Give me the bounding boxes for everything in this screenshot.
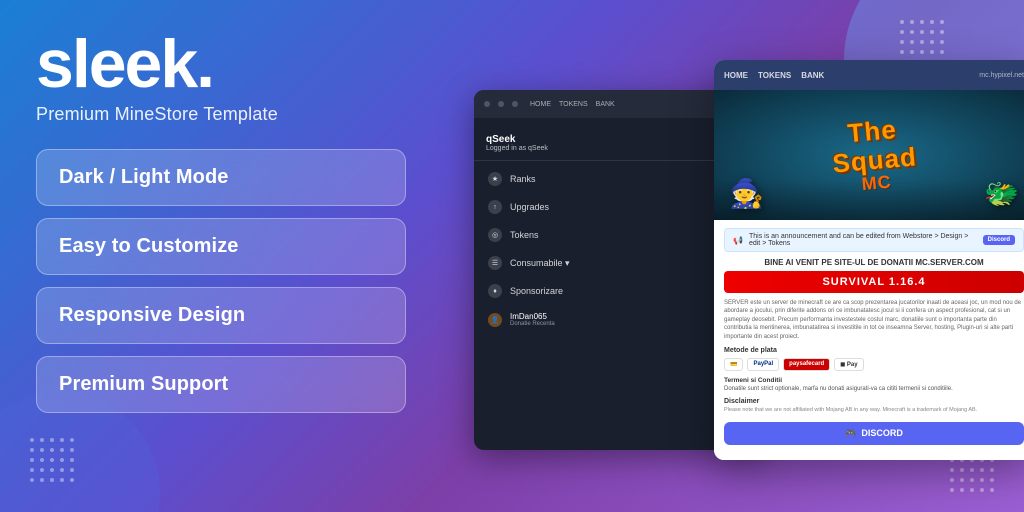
announcement-text: This is an announcement and can be edite… [749,233,977,247]
dots-top-right [900,20,944,64]
payment-visa: 💳 [724,358,743,371]
right-panel: HOME TOKENS BANK qSeek Logged in as qSee… [474,60,1024,480]
disclaimer-title: Disclaimer [724,398,1024,405]
nav-dot-3 [512,101,518,107]
tokens-icon: ◎ [488,228,502,242]
body-text: SERVER este un server de minecraft ce ar… [724,299,1024,341]
payment-paysafe: paysafecard [783,358,830,371]
discord-button[interactable]: 🎮 DISCORD [724,422,1024,445]
payment-title: Metode de plata [724,347,1024,354]
dark-nav-home: HOME [530,101,551,108]
light-nav: HOME TOKENS BANK mc.hypixel.net [714,60,1024,90]
screenshot-light: HOME TOKENS BANK mc.hypixel.net TheSquad… [714,60,1024,460]
discord-button-label: DISCORD [861,428,903,438]
ranks-icon: ★ [488,172,502,186]
server-address: mc.hypixel.net [979,72,1024,79]
dark-nav-tokens: TOKENS [559,101,588,108]
terms-detail: Donatile sunt strict optionale, marfa nu… [724,386,1024,394]
page-background: sleek. Premium MineStore Template Dark /… [0,0,1024,512]
left-panel: sleek. Premium MineStore Template Dark /… [36,30,456,425]
character-left: 🧙 [729,177,764,210]
disclaimer-text: Please note that we are not affiliated w… [724,407,1024,414]
payment-methods: 💳 PayPal paysafecard ◼ Pay [724,358,1024,371]
feature-support: Premium Support [36,356,406,413]
sponsorizare-icon: ♦ [488,284,502,298]
light-nav-tokens: TOKENS [758,71,791,80]
dark-user2-sub: Donatie Recenta [510,321,555,327]
user2-icon: 👤 [488,313,502,327]
payment-paypal: PayPal [747,358,779,371]
nav-dot-2 [498,101,504,107]
announcement-discord: Discord [983,235,1015,245]
welcome-heading: BINE AI VENIT PE SITE-UL DE DONATII MC.S… [724,258,1024,267]
logo: sleek. [36,30,456,98]
feature-dark-light: Dark / Light Mode [36,149,406,206]
front-content: 📢 This is an announcement and can be edi… [714,220,1024,460]
dark-user-sub: Logged in as qSeek [486,145,752,152]
dark-nav-bank: BANK [596,101,615,108]
character-right: 🐲 [984,177,1019,210]
nav-dot-1 [484,101,490,107]
payment-gpay: ◼ Pay [834,358,863,371]
consumabile-icon: ☰ [488,256,502,270]
discord-icon: 🎮 [845,428,856,439]
dark-username: qSeek [486,134,752,145]
feature-customize: Easy to Customize [36,218,406,275]
hero-section: TheSquadMC 🧙 🐲 [714,90,1024,220]
dots-bottom-left [30,438,74,482]
light-nav-bank: BANK [801,71,824,80]
upgrades-icon: ↑ [488,200,502,214]
announcement-bar: 📢 This is an announcement and can be edi… [724,228,1024,252]
dark-user2-name: ImDan065 [510,312,555,321]
survival-banner: SURVIVAL 1.16.4 [724,271,1024,293]
game-title: TheSquadMC [829,113,920,197]
feature-responsive: Responsive Design [36,287,406,344]
subtitle: Premium MineStore Template [36,104,456,125]
light-nav-home: HOME [724,71,748,80]
terms-title: Termeni si Conditii [724,377,1024,384]
